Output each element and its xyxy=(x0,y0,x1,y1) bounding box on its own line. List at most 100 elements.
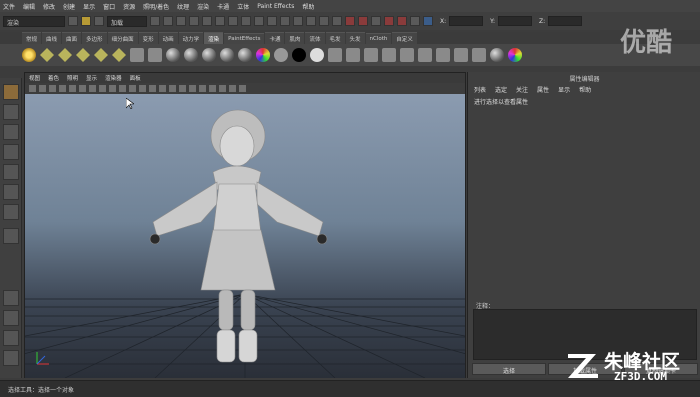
render-settings-shelf-icon[interactable] xyxy=(364,48,378,62)
shelf-tab-animation[interactable]: 动画 xyxy=(158,31,178,45)
rotate-tool-icon[interactable] xyxy=(3,164,19,180)
select-component-icon[interactable] xyxy=(176,16,186,26)
field-chart-icon[interactable] xyxy=(109,85,116,92)
menu-texturing[interactable]: 纹理 xyxy=(177,2,189,11)
use-background-icon[interactable] xyxy=(310,48,324,62)
snap-point-icon[interactable] xyxy=(306,16,316,26)
shelf-tab-painteffects[interactable]: PaintEffects xyxy=(224,32,265,44)
point-light-icon[interactable] xyxy=(58,48,72,62)
menuset-dropdown[interactable]: 渲染 xyxy=(3,15,65,27)
select-hierarchy-icon[interactable] xyxy=(150,16,160,26)
shelf-tab-hair[interactable]: 头发 xyxy=(345,31,365,45)
isolate-select-icon[interactable] xyxy=(219,85,226,92)
shelf-tab-general[interactable]: 常规 xyxy=(22,31,42,45)
menu-render[interactable]: 渲染 xyxy=(197,2,209,11)
shelf-tab-rendering[interactable]: 渲染 xyxy=(204,31,224,45)
shelf-tab-subdivs[interactable]: 细分曲面 xyxy=(107,31,138,45)
selection-mode-dropdown[interactable]: 加载 xyxy=(107,15,147,27)
bookmark-icon[interactable] xyxy=(49,85,56,92)
shelf-tab-polygons[interactable]: 多边形 xyxy=(82,31,107,45)
lambert-shader-icon[interactable] xyxy=(166,48,180,62)
image-plane-icon[interactable] xyxy=(59,85,66,92)
use-all-lights-icon[interactable] xyxy=(179,85,186,92)
mask-deformers-icon[interactable] xyxy=(241,16,251,26)
blinn-shader-icon[interactable] xyxy=(184,48,198,62)
x-field[interactable] xyxy=(449,16,484,26)
wireframe-on-shaded-icon[interactable] xyxy=(159,85,166,92)
last-tool-icon[interactable] xyxy=(3,228,19,244)
single-view-layout-icon[interactable] xyxy=(3,290,19,306)
film-gate-icon[interactable] xyxy=(79,85,86,92)
save-scene-icon[interactable] xyxy=(94,16,104,26)
attr-menu-help[interactable]: 帮助 xyxy=(579,85,591,94)
view-menu-shading[interactable]: 着色 xyxy=(48,74,59,82)
shelf-tab-surfaces[interactable]: 曲面 xyxy=(62,31,82,45)
smooth-shade-icon[interactable] xyxy=(149,85,156,92)
shelf-tab-fluids[interactable]: 流体 xyxy=(305,31,325,45)
wireframe-icon[interactable] xyxy=(139,85,146,92)
phong-shader-icon[interactable] xyxy=(202,48,216,62)
mental-ray-icon[interactable] xyxy=(490,48,504,62)
paint-effects-icon[interactable] xyxy=(508,48,522,62)
light-linking-icon[interactable] xyxy=(454,48,468,62)
shelf-tab-dynamics[interactable]: 动力学 xyxy=(178,31,204,45)
shelf-tab-fur[interactable]: 毛发 xyxy=(325,31,345,45)
attr-menu-focus[interactable]: 关注 xyxy=(516,85,528,94)
mask-surfaces-icon[interactable] xyxy=(228,16,238,26)
mask-rendering-icon[interactable] xyxy=(267,16,277,26)
ipr-render-icon[interactable] xyxy=(397,16,407,26)
view-menu-view[interactable]: 视图 xyxy=(29,74,40,82)
grid-toggle-icon[interactable] xyxy=(69,85,76,92)
snap-view-plane-icon[interactable] xyxy=(319,16,329,26)
y-field[interactable] xyxy=(498,16,533,26)
mask-dynamics-icon[interactable] xyxy=(254,16,264,26)
uv-editor-icon[interactable] xyxy=(472,48,486,62)
textured-icon[interactable] xyxy=(169,85,176,92)
mask-handles-icon[interactable] xyxy=(189,16,199,26)
xray-components-icon[interactable] xyxy=(239,85,246,92)
menu-file[interactable]: 文件 xyxy=(3,2,15,11)
persp-outliner-layout-icon[interactable] xyxy=(3,330,19,346)
render-settings-icon[interactable] xyxy=(410,16,420,26)
input-mode-icon[interactable] xyxy=(423,16,433,26)
menu-lighting-shading[interactable]: 照明/着色 xyxy=(143,2,169,11)
phonge-shader-icon[interactable] xyxy=(220,48,234,62)
manipulator-tool-icon[interactable] xyxy=(3,204,19,220)
shelf-tab-toon[interactable]: 卡通 xyxy=(265,31,285,45)
spot-light-icon[interactable] xyxy=(76,48,90,62)
shelf-tab-curves[interactable]: 曲线 xyxy=(42,31,62,45)
snap-curve-icon[interactable] xyxy=(293,16,303,26)
area-light-icon[interactable] xyxy=(94,48,108,62)
history-input-icon[interactable] xyxy=(345,16,355,26)
new-scene-icon[interactable] xyxy=(68,16,78,26)
menu-create[interactable]: 创建 xyxy=(63,2,75,11)
make-live-icon[interactable] xyxy=(332,16,342,26)
persp-graph-layout-icon[interactable] xyxy=(3,350,19,366)
menu-toon[interactable]: 卡通 xyxy=(217,2,229,11)
render-icon[interactable] xyxy=(148,48,162,62)
directional-light-icon[interactable] xyxy=(40,48,54,62)
move-tool-icon[interactable] xyxy=(3,144,19,160)
layered-shader-icon[interactable] xyxy=(274,48,288,62)
select-camera-icon[interactable] xyxy=(29,85,36,92)
menu-paint-effects[interactable]: Paint Effects xyxy=(257,3,294,10)
z-field[interactable] xyxy=(548,16,583,26)
high-quality-icon[interactable] xyxy=(229,85,236,92)
ipr-icon[interactable] xyxy=(130,48,144,62)
shadows-icon[interactable] xyxy=(189,85,196,92)
render-frame-icon[interactable] xyxy=(384,16,394,26)
surface-shader-icon[interactable] xyxy=(292,48,306,62)
attr-menu-selected[interactable]: 选定 xyxy=(495,85,507,94)
ambient-light-icon[interactable] xyxy=(22,48,36,62)
attr-menu-list[interactable]: 列表 xyxy=(474,85,486,94)
shelf-tab-ncloth[interactable]: nCloth xyxy=(365,32,392,44)
safe-action-icon[interactable] xyxy=(119,85,126,92)
menu-assets[interactable]: 资源 xyxy=(123,2,135,11)
attr-menu-show[interactable]: 显示 xyxy=(558,85,570,94)
menu-display[interactable]: 显示 xyxy=(83,2,95,11)
camera-attributes-icon[interactable] xyxy=(39,85,46,92)
xray-icon[interactable] xyxy=(199,85,206,92)
lasso-tool-icon[interactable] xyxy=(3,104,19,120)
resolution-gate-icon[interactable] xyxy=(89,85,96,92)
perspective-viewport[interactable] xyxy=(25,94,465,378)
